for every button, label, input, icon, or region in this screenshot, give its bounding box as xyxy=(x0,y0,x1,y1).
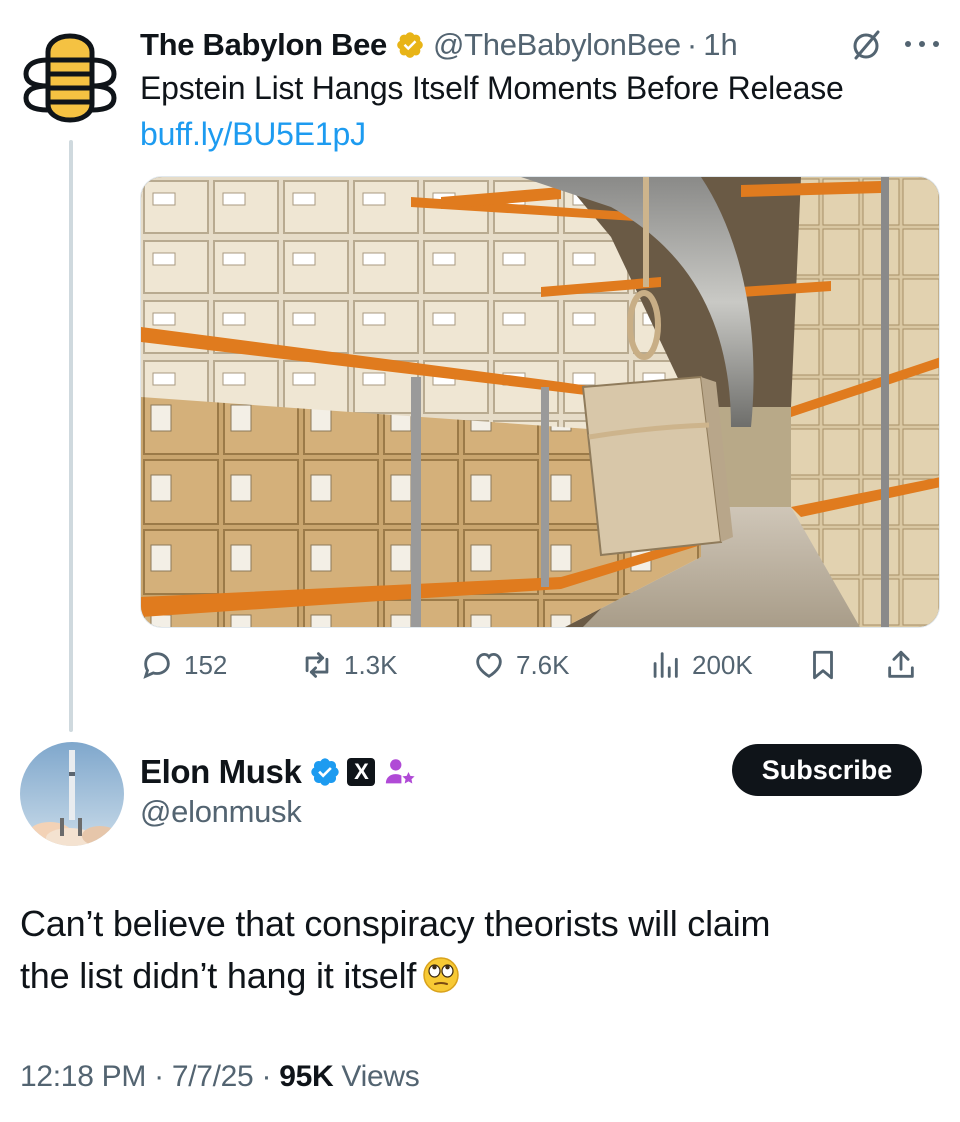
views-count: 200K xyxy=(692,649,753,680)
separator-dot: · xyxy=(686,27,698,62)
reply-count: 152 xyxy=(184,649,228,680)
quoted-tweet-link[interactable]: buff.ly/BU5E1pJ xyxy=(140,116,366,153)
views-chart-icon xyxy=(653,652,678,678)
tweet-text: Can’t believe that conspiracy theorists … xyxy=(20,898,920,1002)
meta-separator-1: · xyxy=(154,1060,164,1093)
like-count: 7.6K xyxy=(516,649,570,680)
bookmark-button[interactable] xyxy=(806,644,850,686)
quoted-tweet-action-bar: 152 1.3K 7.6K 200K xyxy=(140,640,940,690)
views-button[interactable]: 200K xyxy=(648,644,753,686)
tweet-text-line-2-wrapper: the list didn’t hang it itself xyxy=(20,950,920,1002)
quoted-author-name[interactable]: The Babylon Bee xyxy=(140,27,387,63)
bookmark-icon xyxy=(813,650,833,680)
reply-icon xyxy=(143,652,170,679)
tweet-text-line-1: Can’t believe that conspiracy theorists … xyxy=(20,903,771,944)
author-handle[interactable]: @elonmusk xyxy=(140,794,302,830)
tweet-time[interactable]: 12:18 PM xyxy=(20,1060,146,1093)
share-icon xyxy=(888,650,914,678)
quoted-tweet-time[interactable]: 1h xyxy=(703,27,737,63)
heart-icon xyxy=(476,652,502,678)
repost-button[interactable]: 1.3K xyxy=(300,644,398,686)
creator-star-icon xyxy=(386,759,416,784)
subscribe-button[interactable]: Subscribe xyxy=(732,744,922,796)
thread-line xyxy=(69,140,73,732)
grok-icon[interactable] xyxy=(848,28,884,64)
elon-avatar[interactable] xyxy=(20,742,124,846)
tweet-date[interactable]: 7/7/25 xyxy=(172,1060,254,1093)
views-total: 95K xyxy=(279,1060,334,1093)
repost-count: 1.3K xyxy=(344,649,398,680)
share-button[interactable] xyxy=(884,644,928,686)
quoted-author-handle[interactable]: @TheBabylonBee xyxy=(433,27,681,63)
verified-gold-badge-icon xyxy=(397,32,423,58)
views-label: Views xyxy=(341,1060,420,1093)
x-affiliate-badge[interactable]: X xyxy=(347,758,376,786)
more-options-icon[interactable] xyxy=(900,32,944,56)
tweet-media-image[interactable] xyxy=(140,176,940,628)
verified-blue-badge-icon xyxy=(311,758,340,786)
quoted-tweet-header: The Babylon Bee @TheBabylonBee · 1h xyxy=(140,22,940,68)
tweet-text-line-2: the list didn’t hang it itself xyxy=(20,955,417,996)
tweet-meta: 12:18 PM · 7/7/25 · 95K Views xyxy=(20,1060,420,1094)
elon-name-row: Elon Musk X xyxy=(140,748,417,796)
like-button[interactable]: 7.6K xyxy=(472,644,570,686)
meta-separator-2: · xyxy=(261,1060,272,1093)
babylon-bee-logo-icon[interactable] xyxy=(22,30,118,126)
quoted-tweet-text: Epstein List Hangs Itself Moments Before… xyxy=(140,70,844,106)
archive-noose-photo xyxy=(141,177,939,627)
author-name[interactable]: Elon Musk xyxy=(140,753,302,791)
eye-roll-emoji-icon xyxy=(423,957,459,993)
reply-button[interactable]: 152 xyxy=(140,644,227,686)
repost-icon xyxy=(305,652,329,678)
